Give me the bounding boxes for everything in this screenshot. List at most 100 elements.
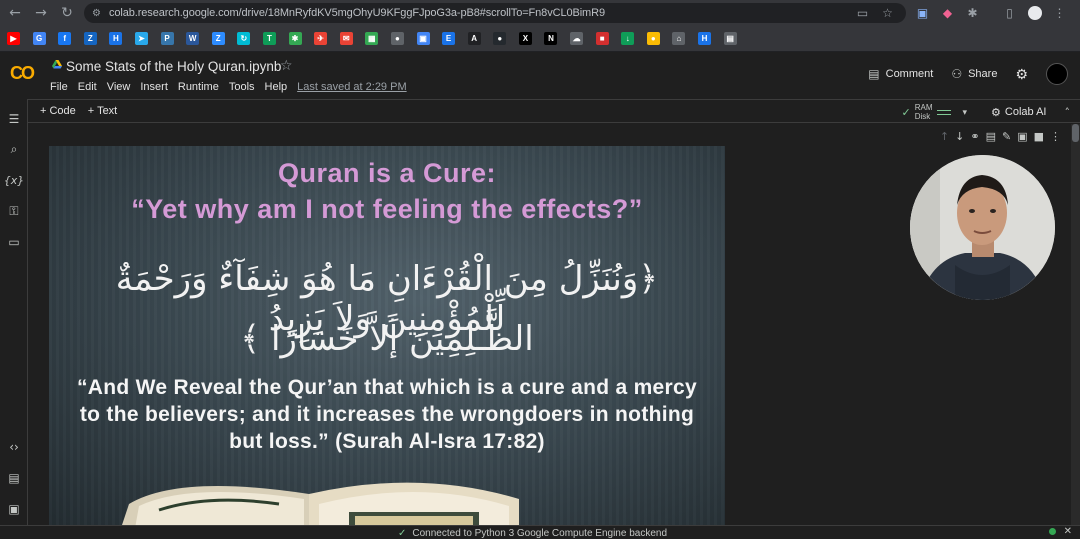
vertical-scrollbar[interactable]: [1071, 124, 1080, 525]
drive-icon[interactable]: [52, 60, 62, 70]
settings-gear-icon[interactable]: ⚙: [1015, 66, 1028, 83]
bank-icon[interactable]: ⌂: [672, 32, 686, 45]
docs-icon[interactable]: ▤: [723, 32, 737, 45]
extension-2-icon[interactable]: ◆: [935, 3, 960, 23]
extensions-puzzle-icon[interactable]: ✱: [960, 3, 985, 23]
link-icon[interactable]: ⚭: [970, 130, 979, 143]
ai-icon[interactable]: A: [467, 32, 481, 45]
mirror-cell-icon[interactable]: ▣: [1017, 130, 1027, 143]
e-icon[interactable]: E: [442, 32, 456, 45]
slide-title-line-1: Quran is a Cure:: [277, 158, 497, 188]
back-arrow-icon[interactable]: ←: [2, 0, 28, 26]
table-of-contents-icon[interactable]: ☰: [6, 111, 22, 127]
last-saved-link[interactable]: Last saved at 2:29 PM: [297, 81, 406, 93]
files-folder-icon[interactable]: ▭: [6, 234, 22, 250]
site-settings-icon[interactable]: ⚙: [92, 8, 101, 19]
webcam-overlay: [910, 155, 1055, 300]
variables-icon[interactable]: {x}: [4, 172, 25, 188]
search-icon[interactable]: ⌕: [6, 141, 22, 157]
word-icon[interactable]: W: [186, 32, 200, 45]
notebook-title[interactable]: Some Stats of the Holy Quran.ipynb: [66, 59, 281, 74]
mail-icon[interactable]: ✉: [339, 32, 353, 45]
edit-pencil-icon[interactable]: ✎: [1002, 130, 1011, 143]
refresh-icon[interactable]: ↻: [237, 32, 251, 45]
facebook-icon[interactable]: f: [58, 32, 72, 45]
calendar-icon[interactable]: ▦: [365, 32, 379, 45]
quran-slide-image: Quran is a Cure: “Yet why am I not feeli…: [49, 146, 725, 525]
colab-logo[interactable]: CO: [10, 63, 35, 84]
flag-icon[interactable]: ■: [595, 32, 609, 45]
ram-label: RAM: [914, 103, 933, 112]
menu-runtime[interactable]: Runtime: [178, 81, 219, 93]
profile-avatar[interactable]: [1022, 3, 1047, 23]
url-text: colab.research.google.com/drive/18MnRyfd…: [108, 7, 605, 19]
forward-arrow-icon[interactable]: →: [28, 0, 54, 26]
collapse-chevron-icon[interactable]: ˄: [1065, 106, 1071, 119]
colab-ai-button[interactable]: ⚙ Colab AI: [991, 106, 1046, 119]
slide-title-line-2: “Yet why am I not feeling the effects?”: [131, 194, 643, 224]
photos-icon[interactable]: ▣: [416, 32, 430, 45]
status-close-icon[interactable]: ✕: [1064, 526, 1072, 537]
more-options-icon[interactable]: ⋮: [1050, 130, 1061, 143]
menu-insert[interactable]: Insert: [140, 81, 168, 93]
comment-icon: ▤: [868, 67, 880, 81]
secrets-key-icon[interactable]: ⚿: [6, 203, 22, 219]
download-icon[interactable]: ↓: [621, 32, 635, 45]
resource-bars: [936, 109, 951, 115]
comment-button[interactable]: ▤ Comment: [868, 67, 933, 81]
move-up-icon[interactable]: ↑: [940, 130, 949, 143]
keep-icon[interactable]: ●: [646, 32, 660, 45]
account-avatar[interactable]: [1046, 63, 1068, 85]
menu-help[interactable]: Help: [265, 81, 288, 93]
bookmark-icon[interactable]: ✈: [314, 32, 328, 45]
add-text-button[interactable]: + Text: [88, 105, 117, 117]
translate-icon[interactable]: G: [32, 32, 46, 45]
left-sidebar: ☰ ⌕ {x} ⚿ ▭ ‹› ▤ ▣: [0, 99, 28, 525]
menu-edit[interactable]: Edit: [78, 81, 97, 93]
x-icon[interactable]: X: [518, 32, 532, 45]
person-silhouette: [910, 155, 1055, 300]
move-down-icon[interactable]: ↓: [955, 130, 964, 143]
status-green-dot-icon: [1048, 528, 1056, 535]
bookmarks-bar: ▶ Gf Z H ➤ P W Z ↻ T ✱ ✈ ✉ ▦ ● ▣ E A ● X N ☁ ■ ↓ ● ⌂ H ▤: [0, 26, 1080, 52]
cloud-icon[interactable]: ☁: [570, 32, 584, 45]
puzzle-icon[interactable]: ✱: [288, 32, 302, 45]
star-icon[interactable]: ☆: [280, 58, 293, 74]
notion-icon[interactable]: N: [544, 32, 558, 45]
side-panel-icon[interactable]: ▯: [997, 3, 1022, 23]
menu-tools[interactable]: Tools: [229, 81, 255, 93]
extension-1-icon[interactable]: ▣: [910, 3, 935, 23]
comment-cell-icon[interactable]: ▤: [986, 130, 996, 143]
delete-icon[interactable]: ■: [1034, 130, 1044, 143]
command-palette-icon[interactable]: ▤: [6, 470, 22, 486]
zotero-icon[interactable]: Z: [83, 32, 97, 45]
connected-check-icon: ✓: [901, 105, 911, 119]
browser-menu-icon[interactable]: ⋮: [1047, 3, 1072, 23]
url-input[interactable]: ⚙ colab.research.google.com/drive/18MnRy…: [84, 3, 906, 23]
h2-icon[interactable]: H: [698, 32, 712, 45]
cell-toolbar: ↑ ↓ ⚭ ▤ ✎ ▣ ■ ⋮: [940, 130, 1061, 143]
add-code-button[interactable]: + Code: [40, 105, 76, 117]
sheets-icon[interactable]: T: [262, 32, 276, 45]
youtube-icon[interactable]: ▶: [7, 32, 20, 45]
cast-icon[interactable]: ▭: [850, 3, 875, 23]
share-button[interactable]: ⚇ Share: [951, 67, 997, 81]
header-actions: ▤ Comment ⚇ Share ⚙: [868, 63, 1068, 85]
menu-view[interactable]: View: [107, 81, 131, 93]
resources-indicator[interactable]: ✓ RAM Disk ▾: [902, 103, 968, 121]
people-icon[interactable]: ●: [390, 32, 404, 45]
github-icon[interactable]: ●: [493, 32, 507, 45]
h-icon[interactable]: H: [109, 32, 123, 45]
zoom-icon[interactable]: Z: [211, 32, 225, 45]
reload-icon[interactable]: ↻: [54, 0, 80, 26]
python-icon[interactable]: P: [160, 32, 174, 45]
comment-label: Comment: [885, 68, 934, 80]
telegram-icon[interactable]: ➤: [134, 32, 148, 45]
colab-header: CO Some Stats of the Holy Quran.ipynb ☆ …: [0, 53, 1080, 99]
scrollbar-thumb[interactable]: [1072, 124, 1079, 142]
code-snippets-icon[interactable]: ‹›: [6, 439, 22, 455]
bookmark-star-icon[interactable]: ☆: [875, 3, 900, 23]
menu-file[interactable]: File: [50, 81, 68, 93]
runtime-dropdown-icon[interactable]: ▾: [963, 107, 968, 117]
terminal-icon[interactable]: ▣: [6, 501, 22, 517]
